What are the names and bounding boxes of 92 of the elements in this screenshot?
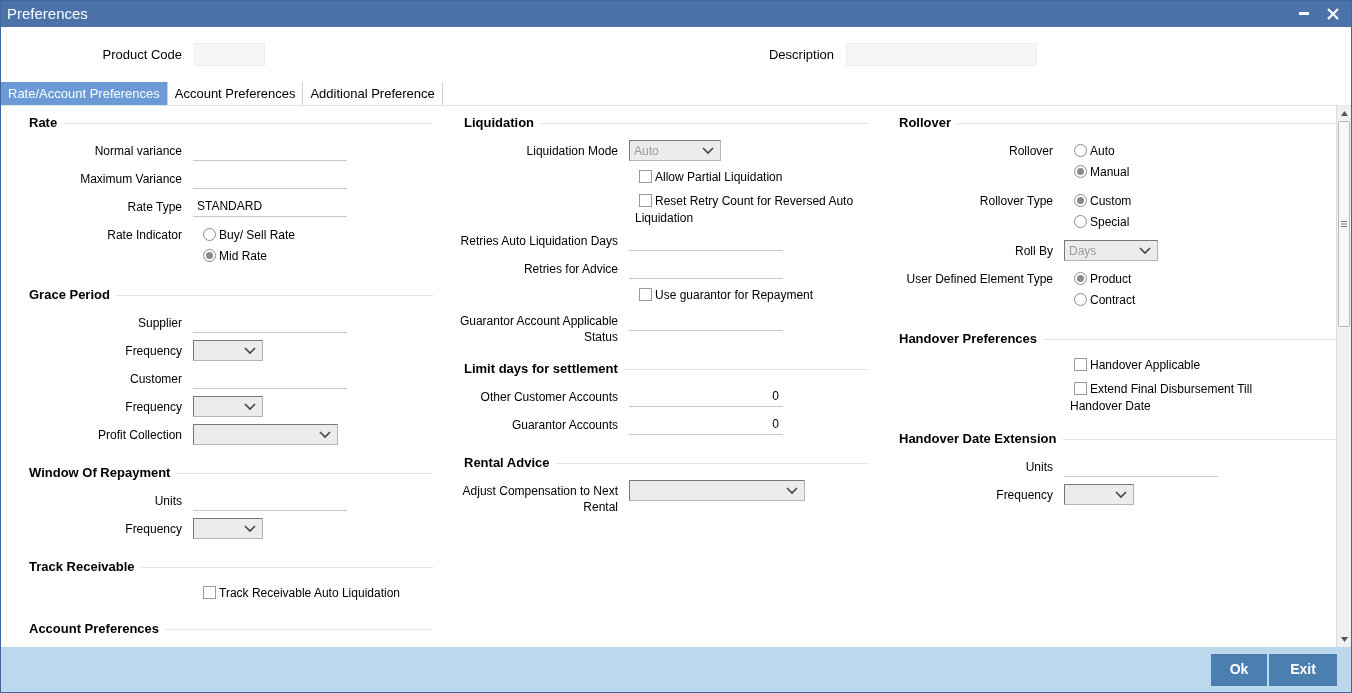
field-label: Maximum Variance (79, 171, 183, 187)
radio-option[interactable]: Buy/ Sell Rate (203, 224, 296, 245)
field-label: Rollover (1008, 143, 1054, 159)
checkbox-option[interactable]: Handover Applicable (1070, 357, 1306, 377)
section-heading: Rental Advice (464, 454, 551, 473)
section-heading: Rate (29, 114, 59, 133)
radio-button[interactable] (1074, 144, 1087, 157)
dropdown[interactable] (629, 480, 805, 501)
field-label: Customer (129, 371, 183, 387)
field-label: Guarantor Account Applicable Status (458, 313, 619, 345)
field-label: Other Customer Accounts (479, 389, 619, 405)
input-field[interactable]: STANDARD (193, 195, 347, 217)
checkbox[interactable] (1074, 358, 1087, 371)
radio-option[interactable]: Manual (1074, 161, 1130, 182)
checkbox-option[interactable]: Extend Final Disbursement Till Handover Date (1070, 381, 1306, 415)
checkbox-option[interactable]: Allow Partial Liquidation (635, 169, 869, 189)
field-label: Product Code (101, 45, 183, 64)
field-label: Guarantor Accounts (510, 417, 619, 433)
dropdown[interactable] (193, 340, 263, 361)
radio-button[interactable] (203, 228, 216, 241)
field-label: Roll By (1014, 243, 1054, 259)
grip-icon (1341, 221, 1347, 227)
checkbox[interactable] (639, 194, 652, 207)
field-label: Adjust Compensation to Next Rental (461, 483, 619, 515)
scrollbar[interactable] (1336, 106, 1351, 647)
radio-option[interactable]: Special (1074, 211, 1132, 232)
caret-icon (244, 403, 256, 411)
checkbox-option[interactable]: Track Receivable Auto Liquidation (199, 585, 433, 605)
field-label: Units (153, 493, 183, 509)
field-label: Retries for Advice (522, 261, 619, 277)
field-label: Rollover Type (978, 193, 1054, 209)
section-heading: Track Receivable (29, 558, 136, 577)
radio-option[interactable]: Product (1074, 268, 1136, 289)
field-label: Supplier (136, 315, 183, 331)
field-label: User Defined Element Type (905, 271, 1054, 287)
field-label: Normal variance (93, 143, 183, 159)
checkbox[interactable] (639, 170, 652, 183)
footer-button[interactable]: Exit (1269, 653, 1337, 686)
section-heading: Limit days for settlement (464, 360, 619, 379)
dropdown[interactable] (1064, 484, 1134, 505)
field-label: Frequency (124, 521, 183, 537)
footer-button[interactable]: Ok (1211, 653, 1267, 686)
field-label: Liquidation Mode (525, 143, 619, 159)
field-label: Frequency (995, 487, 1054, 503)
field-label: Frequency (124, 399, 183, 415)
caret-icon (1139, 247, 1151, 255)
field-label: Rate Indicator (106, 227, 183, 243)
field-label: Frequency (124, 343, 183, 359)
radio-button[interactable] (1074, 272, 1087, 285)
caret-icon (786, 487, 798, 495)
radio-option[interactable]: Contract (1074, 289, 1136, 310)
radio-button[interactable] (1074, 215, 1087, 228)
dropdown[interactable] (193, 518, 263, 539)
caret-icon (244, 525, 256, 533)
window-title: Preferences (7, 3, 88, 24)
dropdown[interactable] (193, 396, 263, 417)
radio-button[interactable] (1074, 293, 1087, 306)
checkbox-option[interactable]: Use guarantor for Repayment (635, 287, 869, 307)
close-icon[interactable] (1327, 8, 1339, 20)
field-label: Description (767, 45, 835, 64)
radio-option[interactable]: Custom (1074, 190, 1132, 211)
radio-button[interactable] (1074, 194, 1087, 207)
scroll-thumb[interactable] (1338, 121, 1350, 327)
field-label: Rate Type (126, 199, 183, 215)
section-heading: Liquidation (464, 114, 536, 133)
field-label: Profit Collection (96, 427, 183, 443)
radio-option[interactable]: Mid Rate (203, 245, 296, 266)
minimize-icon[interactable] (1299, 12, 1309, 16)
scroll-down-icon[interactable] (1340, 637, 1348, 642)
field-label: Retries Auto Liquidation Days (459, 233, 619, 249)
scroll-up-icon[interactable] (1340, 111, 1348, 116)
caret-icon (702, 147, 714, 155)
section-heading: Grace Period (29, 286, 111, 305)
caret-icon (319, 431, 331, 439)
section-heading: Handover Preferences (899, 330, 1038, 349)
checkbox[interactable] (203, 586, 216, 599)
checkbox[interactable] (639, 288, 652, 301)
caret-icon (1115, 491, 1127, 499)
radio-button[interactable] (1074, 165, 1087, 178)
input-field[interactable]: 0 (629, 413, 783, 435)
section-heading: Account Preferences (29, 620, 161, 639)
input-field[interactable]: 0 (629, 385, 783, 407)
checkbox[interactable] (1074, 382, 1087, 395)
checkbox-option[interactable]: Reset Retry Count for Reversed Auto Liquidation (635, 193, 869, 227)
section-heading: Window Of Repayment (29, 464, 172, 483)
dropdown[interactable] (193, 424, 338, 445)
field-label: Units (1024, 459, 1054, 475)
section-heading: Rollover (899, 114, 952, 133)
caret-icon (244, 347, 256, 355)
radio-button[interactable] (203, 249, 216, 262)
radio-option[interactable]: Auto (1074, 140, 1130, 161)
section-heading: Handover Date Extension (899, 430, 1058, 449)
